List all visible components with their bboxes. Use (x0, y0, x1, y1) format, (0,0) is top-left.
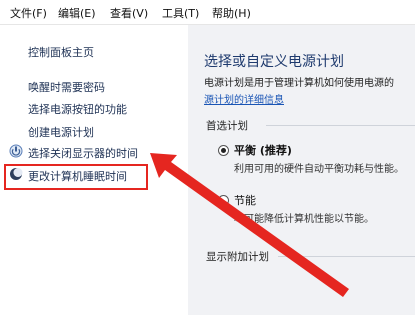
page-description: 电源计划是用于管理计算机如何使用电源的 (204, 78, 394, 89)
sidebar-link-display-off-time[interactable]: 选择关闭显示器的时间 (28, 145, 138, 161)
menu-view[interactable]: 查看(V) (110, 5, 148, 21)
sidebar-link-control-panel-home[interactable]: 控制面板主页 (28, 44, 94, 60)
plan-balanced-desc: 利用可用的硬件自动平衡功耗与性能。 (234, 164, 404, 175)
plan-balanced-name[interactable]: 平衡 (推荐) (234, 142, 292, 158)
menu-file[interactable]: 文件(F) (10, 5, 47, 21)
sidebar-link-power-buttons[interactable]: 选择电源按钮的功能 (28, 101, 127, 117)
plan-power-saver-radio[interactable] (218, 195, 229, 206)
menu-tools[interactable]: 工具(T) (162, 5, 199, 21)
menu-help[interactable]: 帮助(H) (212, 5, 251, 21)
sidebar-link-sleep-time[interactable]: 更改计算机睡眠时间 (28, 168, 127, 184)
sidebar-link-create-plan[interactable]: 创建电源计划 (28, 124, 94, 140)
preferred-plans-heading: 首选计划 (206, 120, 248, 132)
plan-details-link[interactable]: 源计划的详细信息 (204, 91, 284, 106)
plan-power-saver-name[interactable]: 节能 (234, 192, 256, 208)
sidebar: 控制面板主页 唤醒时需要密码 选择电源按钮的功能 创建电源计划 选择关闭显示器的… (0, 25, 188, 315)
display-power-icon (9, 144, 23, 158)
plan-balanced-radio[interactable] (218, 145, 229, 156)
section-divider-2 (278, 256, 415, 257)
section-divider (266, 125, 415, 126)
plan-power-saver-desc: 尽可能降低计算机性能以节能。 (234, 214, 374, 225)
show-additional-plans-toggle[interactable]: 显示附加计划 (206, 249, 269, 264)
sidebar-link-require-password[interactable]: 唤醒时需要密码 (28, 79, 105, 95)
menu-edit[interactable]: 编辑(E) (58, 5, 96, 21)
menu-bar: 文件(F) 编辑(E) 查看(V) 工具(T) 帮助(H) (0, 0, 415, 25)
sleep-moon-icon (10, 168, 23, 180)
page-title: 选择或自定义电源计划 (204, 54, 344, 70)
main-panel: 选择或自定义电源计划 电源计划是用于管理计算机如何使用电源的 源计划的详细信息 … (188, 25, 415, 315)
